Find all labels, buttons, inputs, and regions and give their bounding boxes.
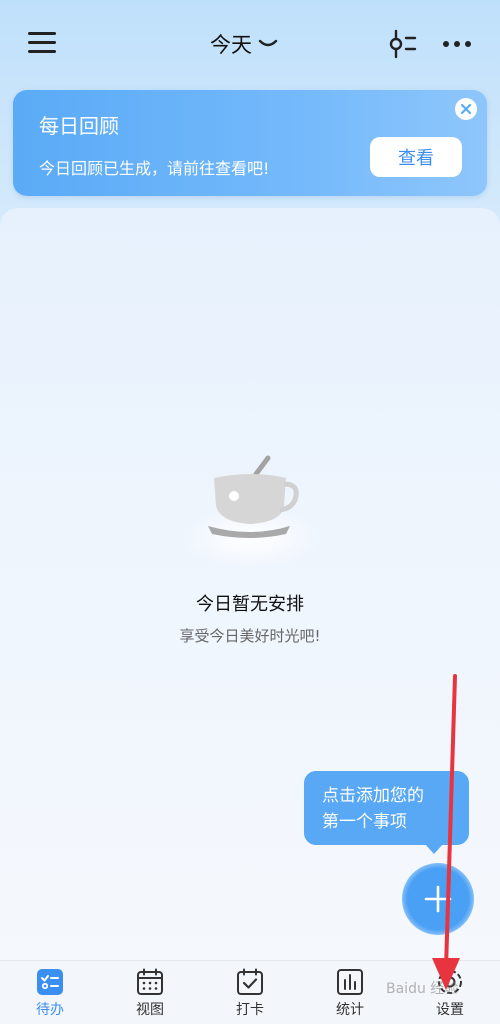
tab-label: 统计 [336,1002,364,1018]
todo-icon [36,968,64,996]
more-icon[interactable] [442,34,472,54]
add-item-tooltip: 点击添加您的 第一个事项 [304,771,469,845]
stats-icon [336,968,364,996]
review-title: 每日回顾 [39,114,119,138]
date-selector[interactable]: 今天 [210,28,278,60]
tooltip-tail [425,844,443,854]
tab-label: 待办 [36,1002,64,1018]
daily-review-card: 每日回顾 今日回顾已生成，请前往查看吧! 查看 [13,90,487,196]
tooltip-line-1: 点击添加您的 [322,786,424,806]
baidu-watermark: Baidu 经验 [386,981,459,997]
tooltip-line-2: 第一个事项 [322,812,407,832]
tab-checkin[interactable]: 打卡 [200,961,300,1024]
tab-label: 打卡 [236,1002,264,1018]
filter-icon[interactable] [386,28,418,60]
menu-icon[interactable] [28,30,58,56]
calendar-icon [136,968,164,996]
tab-label: 设置 [436,1002,464,1018]
plus-icon [424,885,452,913]
view-review-button[interactable]: 查看 [370,137,462,177]
chevron-down-icon [258,38,278,50]
top-bar: 今天 [0,0,500,88]
close-icon[interactable] [455,98,477,120]
empty-state-subtitle: 享受今日美好时光吧! [179,627,321,645]
empty-state-title: 今日暂无安排 [196,594,304,615]
review-subtitle: 今日回顾已生成，请前往查看吧! [39,159,270,178]
tab-label: 视图 [136,1002,164,1018]
checkin-icon [236,968,264,996]
tab-todo[interactable]: 待办 [0,961,100,1024]
tab-stats[interactable]: 统计 [300,961,400,1024]
add-item-button[interactable] [402,863,474,935]
tab-view[interactable]: 视图 [100,961,200,1024]
empty-cup-icon [178,450,324,590]
page-title: 今天 [210,33,252,57]
